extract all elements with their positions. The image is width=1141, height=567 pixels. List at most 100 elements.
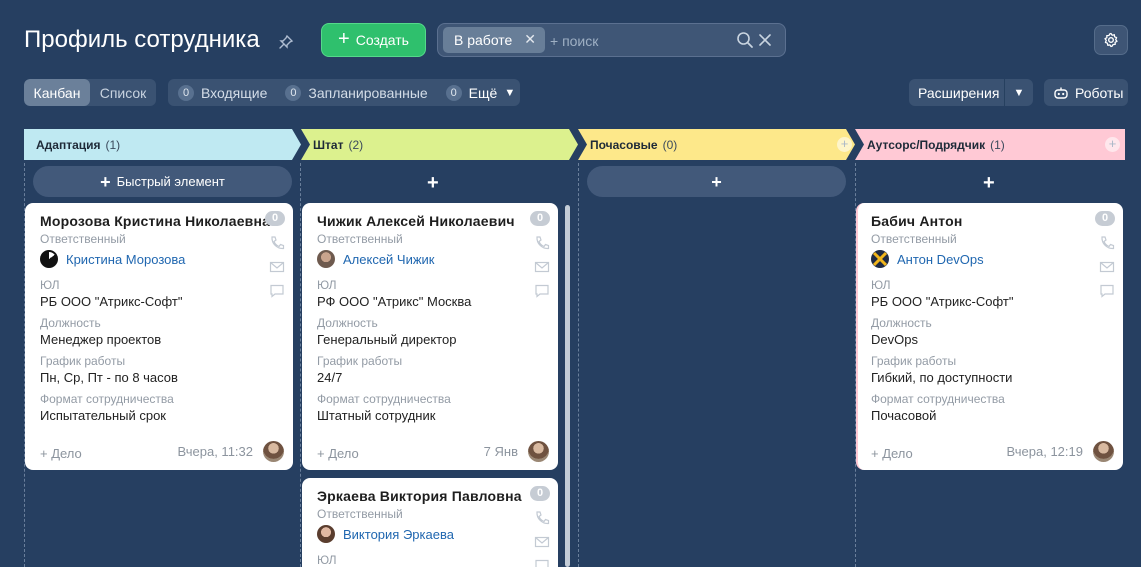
activity-counter: 0 [265, 211, 285, 226]
field-label: ЮЛ [871, 278, 891, 292]
robots-button[interactable]: Роботы [1044, 79, 1128, 106]
avatar [871, 250, 889, 268]
column-title: Штат [313, 137, 344, 152]
counter-more[interactable]: 0 Ещё ▼ [445, 84, 516, 101]
column-header-staff[interactable]: Штат (2) [301, 129, 578, 160]
column-header-hourly[interactable]: Почасовые (0) + [578, 129, 855, 160]
tab-list[interactable]: Список [90, 79, 156, 106]
filter-chip[interactable]: В работе ✕ [443, 27, 545, 53]
responsible-name: Виктория Эркаева [343, 526, 454, 542]
page-title: Профиль сотрудника [24, 26, 260, 53]
field-value: Менеджер проектов [40, 332, 162, 347]
responsible-user[interactable]: Кристина Морозова [40, 250, 185, 268]
employee-card[interactable]: Бабич Антон 0 Ответственный Антон DevOps… [856, 203, 1123, 470]
field-value: Гибкий, по доступности [871, 370, 1013, 385]
robots-label: Роботы [1075, 84, 1124, 101]
phone-icon[interactable] [269, 235, 285, 251]
add-column-icon[interactable]: + [1105, 137, 1120, 152]
email-icon[interactable] [534, 534, 550, 550]
field-value: РБ ООО "Атрикс-Софт" [871, 294, 1014, 309]
phone-icon[interactable] [534, 510, 550, 526]
chat-icon[interactable] [1099, 283, 1115, 299]
add-item-button[interactable]: + [427, 172, 439, 195]
employee-card[interactable]: Морозова Кристина Николаевна 0 Ответстве… [25, 203, 293, 470]
filter-chip-label: В работе [454, 32, 513, 48]
email-icon[interactable] [534, 259, 550, 275]
responsible-user[interactable]: Алексей Чижик [317, 250, 435, 268]
phone-icon[interactable] [1099, 235, 1115, 251]
responsible-name: Кристина Морозова [66, 251, 186, 267]
phone-icon[interactable] [534, 235, 550, 251]
column-title: Адаптация [36, 137, 101, 152]
gear-icon [1104, 32, 1118, 48]
counter-label: Запланированные [308, 84, 428, 101]
card-title[interactable]: Бабич Антон [871, 213, 963, 229]
card-title[interactable]: Морозова Кристина Николаевна [40, 213, 270, 229]
card-date: 7 Янв [483, 444, 518, 459]
employee-card[interactable]: Эркаева Виктория Павловна 0 Ответственны… [302, 478, 558, 567]
chat-icon[interactable] [534, 558, 550, 567]
email-icon[interactable] [269, 259, 285, 275]
chat-icon[interactable] [269, 283, 285, 299]
add-activity-link[interactable]: + Дело [317, 446, 359, 461]
responsible-name: Антон DevOps [897, 251, 984, 267]
clear-search-icon[interactable] [758, 33, 772, 47]
tab-kanban[interactable]: Канбан [24, 79, 90, 106]
field-label: Ответственный [317, 507, 403, 521]
counter-label: Входящие [201, 84, 268, 101]
pin-icon[interactable] [278, 34, 294, 50]
counter-incoming[interactable]: 0 Входящие [178, 84, 268, 101]
remove-filter-icon[interactable]: ✕ [524, 31, 536, 48]
activity-counter: 0 [530, 211, 550, 226]
avatar[interactable] [263, 441, 284, 462]
chat-icon[interactable] [534, 283, 550, 299]
counter-planned[interactable]: 0 Запланированные [285, 84, 428, 101]
avatar [317, 525, 335, 543]
avatar [317, 250, 335, 268]
scrollbar[interactable] [565, 205, 570, 567]
column-divider [578, 163, 579, 567]
field-value: РФ ООО "Атрикс" Москва [317, 294, 472, 309]
add-activity-link[interactable]: + Дело [871, 446, 913, 461]
column-title: Почасовые [590, 137, 658, 152]
responsible-user[interactable]: Антон DevOps [871, 250, 984, 268]
add-column-icon[interactable]: + [837, 137, 852, 152]
field-label: Формат сотрудничества [317, 392, 451, 406]
field-label: Формат сотрудничества [40, 392, 174, 406]
search-icon[interactable] [736, 31, 754, 49]
column-title: Аутсорс/Подрядчик [867, 137, 986, 152]
chevron-down-icon: ▼ [504, 86, 516, 99]
add-item-button[interactable]: + [587, 166, 846, 197]
add-item-button[interactable]: + [983, 172, 995, 195]
email-icon[interactable] [1099, 259, 1115, 275]
field-value: 24/7 [317, 370, 343, 385]
field-value: Штатный сотрудник [317, 408, 436, 423]
create-button[interactable]: + Создать [321, 23, 426, 57]
column-count: (1) [990, 137, 1005, 152]
avatar[interactable] [1093, 441, 1114, 462]
activity-counter: 0 [1095, 211, 1115, 226]
activity-counter: 0 [530, 486, 550, 501]
chevron-down-icon[interactable]: ▼ [1005, 87, 1033, 99]
add-activity-link[interactable]: + Дело [40, 446, 82, 461]
avatar[interactable] [528, 441, 549, 462]
field-label: Ответственный [40, 232, 126, 246]
search-input[interactable] [550, 31, 720, 51]
plus-icon: + [711, 171, 722, 192]
avatar [40, 250, 58, 268]
card-title[interactable]: Эркаева Виктория Павловна [317, 488, 522, 504]
column-header-adaptation[interactable]: Адаптация (1) [24, 129, 301, 160]
field-value: Почасовой [871, 408, 937, 423]
extensions-button[interactable]: Расширения ▼ [909, 79, 1033, 106]
settings-button[interactable] [1094, 25, 1128, 55]
employee-card[interactable]: Чижик Алексей Николаевич 0 Ответственный… [302, 203, 558, 470]
field-value: РБ ООО "Атрикс-Софт" [40, 294, 183, 309]
field-label: ЮЛ [40, 278, 60, 292]
card-title[interactable]: Чижик Алексей Николаевич [317, 213, 515, 229]
quick-add-button[interactable]: + Быстрый элемент [33, 166, 292, 197]
column-header-outsource[interactable]: Аутсорс/Подрядчик (1) + [855, 129, 1125, 160]
field-label: ЮЛ [317, 553, 337, 567]
quick-add-label: Быстрый элемент [116, 174, 225, 189]
responsible-user[interactable]: Виктория Эркаева [317, 525, 454, 543]
counter-badge: 0 [178, 84, 194, 101]
